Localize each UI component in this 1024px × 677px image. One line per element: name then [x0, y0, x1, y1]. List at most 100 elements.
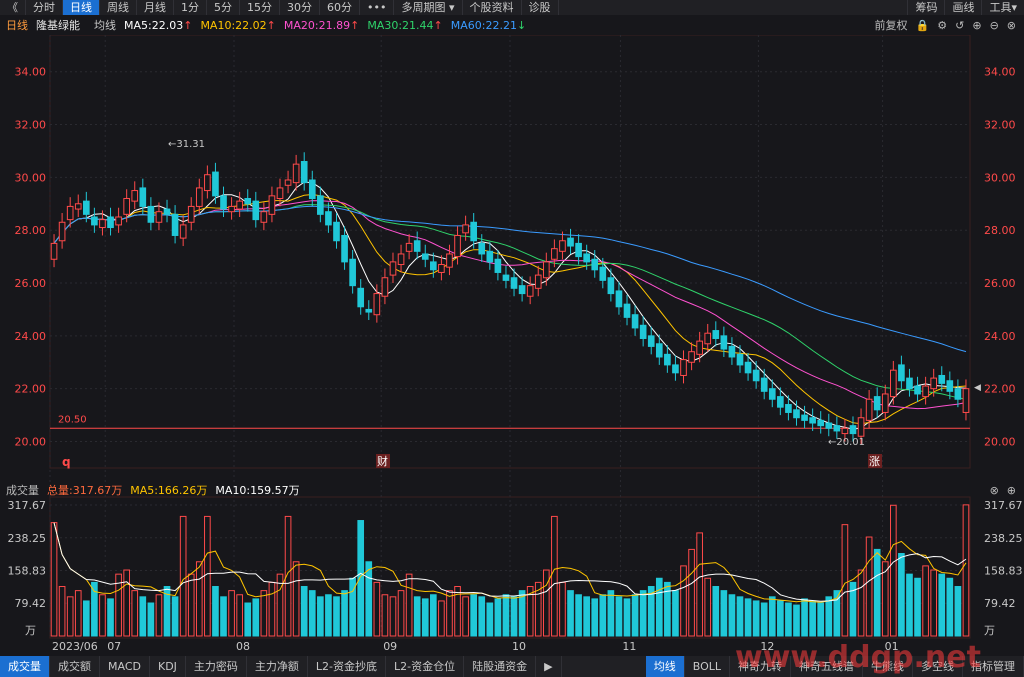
volume-bar — [551, 515, 558, 637]
kline-chart[interactable]: 34.00 34.00 32.00 32.00 30.00 30.00 28.00 28.00… — [0, 35, 1024, 656]
candle-body — [664, 353, 671, 366]
close-icon[interactable]: ⊗ — [990, 484, 999, 497]
candle-body — [268, 195, 276, 215]
candle-body — [777, 396, 784, 408]
price-grid — [49, 35, 971, 639]
candle-body — [930, 377, 938, 390]
zoom-in-icon[interactable]: ⊕ — [1007, 484, 1016, 497]
candle-body — [551, 248, 558, 260]
back-icon[interactable]: 《 — [0, 0, 26, 15]
zoom-in-icon[interactable]: ⊕ — [972, 19, 981, 32]
candle-body — [107, 216, 114, 229]
tab-60min[interactable]: 60分 — [320, 0, 360, 15]
volume-bar — [873, 548, 881, 637]
tab-macd[interactable]: MACD — [100, 656, 150, 677]
candle-body — [583, 253, 590, 263]
draw-line-button[interactable]: 画线 — [944, 0, 981, 15]
tab-ma[interactable]: 均线 — [645, 656, 685, 677]
volume-bar — [486, 602, 494, 637]
undo-icon[interactable]: ↺ — [955, 19, 964, 32]
date-tick-label: 09 — [383, 640, 397, 653]
tab-kdj[interactable]: KDJ — [150, 656, 186, 677]
volume-bar — [292, 561, 300, 637]
tab-daily[interactable]: 日线 — [63, 0, 100, 15]
tools-dropdown[interactable]: 工具▾ — [981, 0, 1024, 15]
volume-bar — [147, 602, 155, 637]
volume-bar — [954, 586, 962, 637]
diagnose-button[interactable]: 诊股 — [522, 0, 559, 15]
candle-body — [50, 242, 58, 260]
candle-body — [115, 216, 122, 226]
multi-period-dropdown[interactable]: 多周期图 ▾ — [394, 0, 463, 15]
period-toolbar: 《 分时 日线 周线 月线 1分 5分 15分 30分 60分 ••• 多周期图… — [0, 0, 1024, 15]
candle-body — [58, 221, 66, 242]
date-tick-label: 08 — [236, 640, 250, 653]
chips-button[interactable]: 筹码 — [907, 0, 944, 15]
lock-icon[interactable]: 🔒 — [916, 19, 930, 32]
volume-bar — [922, 565, 929, 637]
candle-body — [195, 187, 203, 207]
tab-fenshi[interactable]: 分时 — [26, 0, 63, 15]
low-price-annotation: ←20.01 — [828, 437, 865, 448]
candle-body — [462, 224, 469, 234]
ma-label[interactable]: 均线 — [94, 17, 116, 33]
tab-volume[interactable]: 成交量 — [0, 656, 50, 677]
tab-30min[interactable]: 30分 — [280, 0, 320, 15]
candle-body — [946, 380, 954, 392]
tab-boll[interactable]: BOLL — [685, 656, 730, 677]
volume-tick-label-left: 158.83 — [8, 565, 47, 578]
volume-bar — [817, 602, 825, 637]
candle-body — [502, 274, 510, 281]
candle-body — [615, 290, 623, 308]
volume-tick-label-left: 238.25 — [8, 532, 47, 545]
volume-bar — [478, 596, 486, 637]
tab-5min[interactable]: 5分 — [207, 0, 240, 15]
tab-main-net[interactable]: 主力净额 — [247, 656, 308, 677]
tab-hk-connect[interactable]: 陆股通资金 — [464, 656, 537, 677]
tab-l2-position[interactable]: L2-资金仓位 — [386, 656, 465, 677]
tab-weekly[interactable]: 周线 — [100, 0, 137, 15]
tab-long-short[interactable]: 多空线 — [913, 656, 963, 677]
volume-bar — [381, 594, 389, 637]
tab-15min[interactable]: 15分 — [240, 0, 280, 15]
candle-body — [365, 308, 373, 313]
volume-bar — [66, 596, 74, 637]
tab-1min[interactable]: 1分 — [174, 0, 207, 15]
stock-profile-button[interactable]: 个股资料 — [463, 0, 522, 15]
close-icon[interactable]: ⊗ — [1007, 19, 1016, 32]
candle-body — [478, 242, 486, 255]
volume-unit-label: 万 — [25, 624, 36, 637]
candle-body — [470, 221, 478, 242]
candle-body — [325, 211, 332, 226]
candle-body — [575, 242, 582, 258]
tab-monthly[interactable]: 月线 — [137, 0, 174, 15]
volume-bar — [615, 596, 623, 637]
tab-indicator-manage[interactable]: 指标管理 — [963, 656, 1024, 677]
volume-bar — [123, 569, 130, 637]
settings-icon[interactable]: ⚙ — [937, 19, 947, 32]
candle-body — [825, 422, 833, 429]
tab-magic-nine[interactable]: 神奇九转 — [730, 656, 791, 677]
candle-body — [962, 388, 970, 413]
price-tick-label-right: 28.00 — [984, 224, 1016, 237]
more-periods-button[interactable]: ••• — [360, 0, 395, 15]
zoom-out-icon[interactable]: ⊖ — [990, 19, 999, 32]
volume-bar — [300, 586, 308, 637]
volume-tick-label-right: 238.25 — [984, 532, 1023, 545]
tab-main-code[interactable]: 主力密码 — [186, 656, 247, 677]
tab-magic-five[interactable]: 神奇五线谱 — [791, 656, 863, 677]
scroll-right-icon[interactable]: ▶ — [536, 656, 562, 677]
ma5-value: MA5:22.03↑ — [124, 19, 192, 32]
candle-body — [82, 200, 90, 215]
tab-turnover[interactable]: 成交额 — [50, 656, 100, 677]
price-tick-label-right: 22.00 — [984, 383, 1016, 396]
candle-body — [906, 377, 913, 390]
q-marker: q — [62, 455, 71, 469]
candle-body — [204, 174, 211, 192]
tab-bull-bear[interactable]: 牛熊线 — [863, 656, 913, 677]
adjust-label[interactable]: 前复权 — [875, 17, 908, 33]
volume-bar — [768, 596, 776, 637]
tab-l2-bottom[interactable]: L2-资金抄底 — [308, 656, 387, 677]
volume-bar — [236, 594, 243, 637]
volume-bar — [809, 600, 816, 637]
